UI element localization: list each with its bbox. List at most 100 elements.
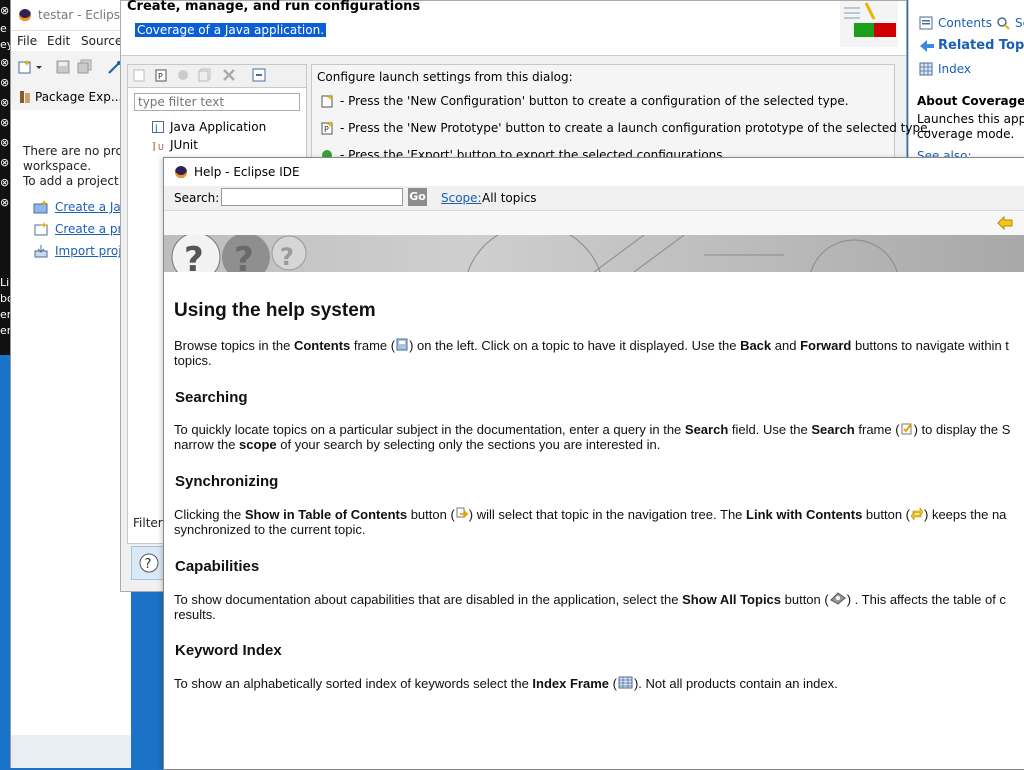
tree-item-java-application[interactable]: J Java Application — [152, 120, 266, 134]
svg-text:?: ? — [145, 557, 152, 572]
desktop-glyph: ey — [0, 38, 10, 51]
desktop-glyph: e — [0, 22, 7, 35]
desktop-glyph: ⊗ — [0, 176, 10, 189]
svg-text:U: U — [158, 143, 164, 151]
svg-text:?: ? — [234, 240, 254, 272]
desktop-glyph: ⊗ — [0, 96, 10, 109]
scope-value: All topics — [482, 191, 537, 205]
eclipse-title-bar[interactable]: testar - Eclipse I — [11, 0, 135, 31]
menu-file[interactable]: File — [17, 34, 37, 48]
export-configuration-icon[interactable] — [176, 68, 190, 82]
svg-text:?: ? — [280, 243, 294, 271]
eclipse-menu-bar: File Edit Source — [11, 31, 131, 51]
menu-source[interactable]: Source — [81, 34, 122, 48]
text-run: ). Not all products contain an index. — [633, 676, 838, 691]
searching-paragraph-line2: narrow the scope of your search by selec… — [174, 437, 1024, 452]
empty-workspace-text: To add a project: — [23, 174, 123, 188]
go-button[interactable]: Go — [408, 188, 427, 206]
instruction-text: - Press the 'New Prototype' button to cr… — [340, 121, 932, 135]
menu-edit[interactable]: Edit — [47, 34, 70, 48]
help-window: Help - Eclipse IDE Search: Go Scope: All… — [163, 157, 1024, 770]
package-explorer-icon — [20, 91, 30, 103]
search-icon — [997, 17, 1010, 30]
package-explorer-body: There are no projec workspace. To add a … — [11, 110, 140, 740]
save-all-icon[interactable] — [77, 59, 93, 75]
eclipse-logo-icon — [175, 166, 187, 178]
filter-input[interactable] — [134, 93, 300, 111]
new-prototype-icon[interactable]: P — [154, 68, 168, 82]
configuration-toolbar: P — [127, 64, 307, 88]
text-run-bold: Contents — [293, 338, 351, 353]
text-run: frame ( — [854, 422, 900, 437]
text-run: frame ( — [350, 338, 396, 353]
capabilities-paragraph: To show documentation about capabilities… — [174, 592, 1024, 607]
text-run: Clicking the — [174, 507, 245, 522]
help-section-title: About Coverage Co — [917, 94, 1024, 108]
help-tab-index[interactable]: Index — [938, 62, 971, 76]
package-explorer-tab[interactable]: Package Exp... — [11, 84, 131, 110]
dialog-subtitle: Coverage of a Java application. — [135, 23, 327, 37]
eclipse-toolbar — [11, 52, 131, 82]
new-project-icon — [34, 222, 48, 236]
collapse-all-icon[interactable] — [252, 68, 266, 82]
back-arrow-icon[interactable] — [997, 216, 1013, 230]
text-run-bold: Link with Contents — [746, 507, 863, 522]
text-run-bold: scope — [239, 437, 277, 452]
new-configuration-icon[interactable] — [132, 68, 146, 82]
svg-text:P: P — [324, 125, 329, 134]
new-wizard-icon[interactable] — [17, 59, 33, 75]
desktop-glyph: ⊗ — [0, 116, 10, 129]
contents-icon — [919, 16, 933, 30]
configure-intro-text: Configure launch settings from this dial… — [317, 70, 573, 84]
empty-workspace-text: workspace. — [23, 159, 92, 173]
text-run-bold: Index Frame — [532, 676, 610, 691]
help-banner-image: ? ? ? — [164, 235, 1024, 272]
desktop-glyph: ⊗ — [0, 196, 10, 209]
import-icon — [34, 245, 48, 258]
dialog-help-button[interactable]: ? — [131, 546, 167, 580]
intro-paragraph: Browse topics in the Contents frame () o… — [174, 338, 1024, 353]
eclipse-main-window: testar - Eclipse I File Edit Source Pack… — [10, 0, 140, 768]
help-window-title-bar[interactable]: Help - Eclipse IDE — [164, 158, 1024, 186]
help-tab-contents[interactable]: Contents — [938, 16, 992, 30]
searching-heading: Searching — [175, 389, 248, 406]
help-search-input[interactable] — [221, 188, 403, 206]
text-run: buttons to navigate within t — [851, 338, 1009, 353]
tree-item-junit[interactable]: J U JUnit — [152, 138, 198, 152]
index-icon — [919, 62, 933, 76]
scope-link[interactable]: Scope: — [441, 191, 482, 205]
synchronizing-paragraph: Clicking the Show in Table of Contents b… — [174, 507, 1024, 522]
java-application-icon: J — [152, 121, 164, 133]
text-run-bold: Show in Table of Contents — [244, 507, 408, 522]
text-run: button ( — [862, 507, 911, 522]
desktop-glyph: bo — [0, 292, 10, 305]
text-run: ) . This affects the table of c — [846, 592, 1006, 607]
eclipse-status-area — [11, 735, 131, 768]
help-tab-search[interactable]: Se — [1015, 16, 1024, 30]
text-run: To show an alphabetically sorted index o… — [174, 676, 533, 691]
eclipse-logo-icon — [19, 9, 31, 21]
duplicate-configuration-icon[interactable] — [198, 68, 212, 82]
keyword-index-paragraph: To show an alphabetically sorted index o… — [174, 676, 1024, 691]
desktop-glyph: er — [0, 308, 10, 321]
instruction-text: - Press the 'New Configuration' button t… — [340, 94, 849, 108]
related-topics-icon — [920, 40, 934, 52]
synchronizing-heading: Synchronizing — [175, 473, 279, 490]
save-icon[interactable] — [55, 59, 71, 75]
text-run: narrow the — [174, 437, 240, 452]
contents-frame-icon — [396, 338, 408, 351]
help-tab-related-topics[interactable]: Related Topics — [938, 38, 1024, 53]
delete-configuration-icon[interactable] — [222, 68, 236, 82]
link-with-contents-icon — [911, 507, 924, 520]
package-explorer-label: Package Exp... — [35, 90, 123, 104]
text-run-bold: Back — [740, 338, 772, 353]
desktop-glyph: ⊗ — [0, 136, 10, 149]
chevron-down-icon[interactable] — [35, 59, 43, 75]
intro-paragraph-line2: topics. — [174, 353, 212, 368]
instruction-new-prototype: P - Press the 'New Prototype' button to c… — [320, 121, 931, 135]
svg-text:P: P — [158, 72, 163, 81]
tree-item-label: JUnit — [170, 138, 198, 152]
new-configuration-icon — [321, 94, 333, 108]
help-description: coverage mode. — [917, 127, 1015, 141]
import-projects-link[interactable]: Import proje — [55, 244, 129, 258]
